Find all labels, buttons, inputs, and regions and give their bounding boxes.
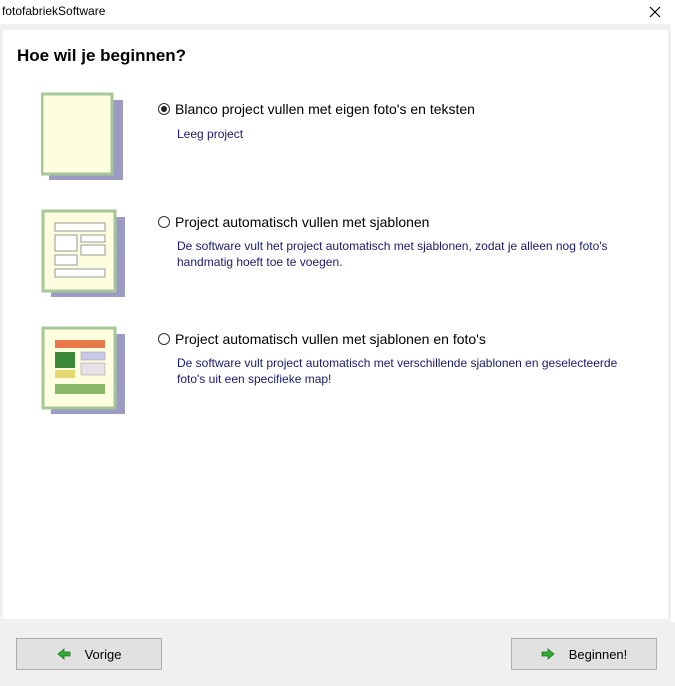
content-frame: Hoe wil je beginnen? Blanco project vull… (0, 24, 671, 622)
back-button-label: Vorige (84, 646, 122, 662)
option-label: Project automatisch vullen met sjablonen… (175, 331, 486, 347)
blank-page-icon (41, 92, 123, 180)
bottom-bar: Vorige Beginnen! (0, 622, 675, 686)
radio-template-project[interactable] (158, 216, 170, 228)
arrow-right-icon (541, 648, 555, 660)
option-label: Project automatisch vullen met sjablonen (175, 214, 430, 230)
start-button[interactable]: Beginnen! (511, 638, 657, 670)
back-button[interactable]: Vorige (16, 638, 162, 670)
template-page-icon (41, 209, 125, 297)
option-label: Blanco project vullen met eigen foto's e… (175, 101, 475, 117)
title-bar: fotofabriekSoftware (0, 0, 675, 24)
option-description: De software vult het project automatisch… (177, 239, 608, 269)
close-icon (649, 6, 661, 18)
close-button[interactable] (635, 0, 675, 24)
option-template-photos-project[interactable]: Project automatisch vullen met sjablonen… (3, 326, 668, 426)
start-button-label: Beginnen! (568, 646, 628, 662)
page-title: Hoe wil je beginnen? (17, 46, 187, 65)
option-description: Leeg project (177, 127, 244, 141)
template-photos-page-icon (41, 326, 125, 414)
arrow-left-icon (56, 648, 70, 660)
content-panel: Hoe wil je beginnen? Blanco project vull… (3, 30, 668, 619)
radio-blank-project[interactable] (158, 103, 170, 115)
radio-template-photos-project[interactable] (158, 333, 170, 345)
option-description: De software vult project automatisch met… (177, 356, 618, 386)
option-blank-project[interactable]: Blanco project vullen met eigen foto's e… (3, 92, 668, 192)
option-template-project[interactable]: Project automatisch vullen met sjablonen… (3, 209, 668, 309)
window-title: fotofabriekSoftware (2, 4, 106, 18)
